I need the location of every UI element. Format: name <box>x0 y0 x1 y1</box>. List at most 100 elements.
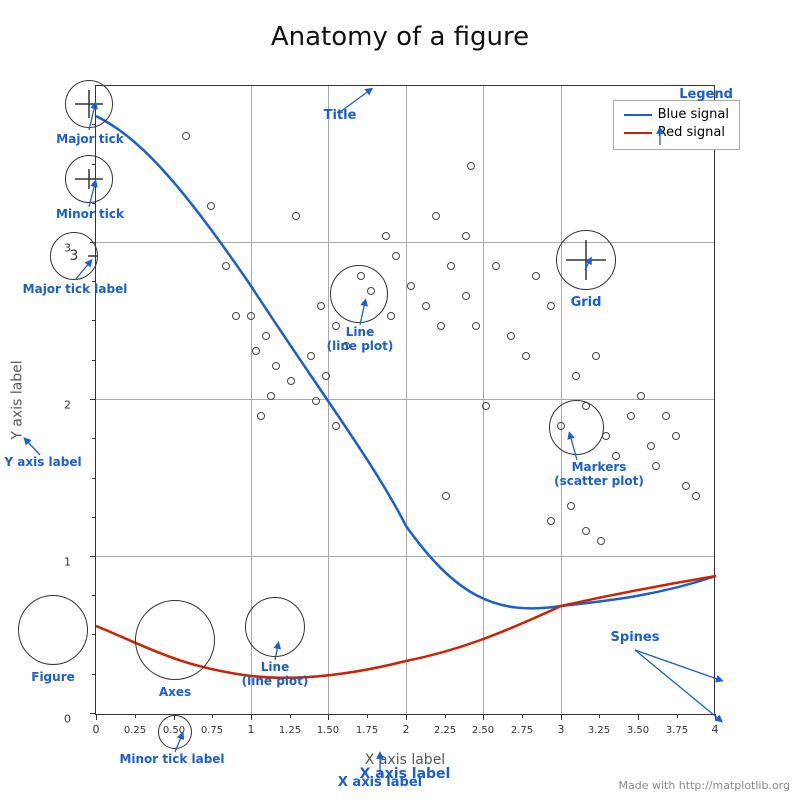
tick-label-x-325: 3.25 <box>588 725 610 736</box>
tick-label-x-125: 1.25 <box>279 725 301 736</box>
scatter-dot <box>637 392 645 400</box>
scatter-dot <box>267 392 275 400</box>
scatter-dot <box>492 262 500 270</box>
scatter-dot <box>422 302 430 310</box>
line-plot-label-2: Line(line plot) <box>235 660 315 688</box>
scatter-dot <box>592 352 600 360</box>
figure: Anatomy of a figure 0 0.25 0.50 0.75 1 1… <box>0 0 800 800</box>
scatter-dot <box>567 502 575 510</box>
scatter-dot <box>682 482 690 490</box>
tick-label-x-075: 0.75 <box>201 725 223 736</box>
scatter-dot <box>602 432 610 440</box>
title-annotation: Title <box>300 108 380 123</box>
scatter-dot <box>462 292 470 300</box>
axes-large-circle <box>135 600 215 680</box>
legend-line-red <box>624 132 652 134</box>
scatter-dot <box>612 452 620 460</box>
spines-label: Spines <box>595 630 675 645</box>
tick-label-y-2: 2 <box>64 399 71 412</box>
tick-label-x-0: 0 <box>93 723 100 736</box>
scatter-dot <box>672 432 680 440</box>
scatter-dot <box>557 422 565 430</box>
scatter-dot <box>292 212 300 220</box>
scatter-dot <box>357 272 365 280</box>
scatter-dot <box>312 397 320 405</box>
scatter-dot <box>262 332 270 340</box>
scatter-dot <box>272 362 280 370</box>
scatter-dot <box>597 537 605 545</box>
legend-box: Blue signal Red signal Legend <box>613 100 740 150</box>
scatter-dot <box>222 262 230 270</box>
tick-label-x-025: 0.25 <box>124 725 146 736</box>
scatter-dot <box>442 492 450 500</box>
tick-label-x-35: 3.50 <box>627 725 649 736</box>
legend-label-red: Red signal <box>658 125 725 140</box>
scatter-dot <box>447 262 455 270</box>
scatter-dot <box>287 377 295 385</box>
scatter-dot <box>322 372 330 380</box>
legend-item-red: Red signal <box>624 125 729 140</box>
figure-large-circle <box>18 595 88 665</box>
markers-label: Markers(scatter plot) <box>549 460 649 488</box>
tick-label-x-2: 2 <box>403 723 410 736</box>
tick-label-y-3: 3 <box>64 242 71 255</box>
scatter-dot <box>467 162 475 170</box>
scatter-dot <box>252 347 260 355</box>
tick-label-x-225: 2.25 <box>434 725 456 736</box>
scatter-dot <box>182 132 190 140</box>
scatter-dot <box>257 412 265 420</box>
scatter-dot <box>572 372 580 380</box>
tick-label-x-4: 4 <box>712 723 719 736</box>
minor-tick-label-annotation: Minor tick label <box>107 752 237 766</box>
legend-item-blue: Blue signal <box>624 107 729 122</box>
x-axis-label-bottom: X axis label <box>280 775 480 790</box>
tick-label-x-25: 2.50 <box>472 725 494 736</box>
major-tick-label-number: 3 <box>50 232 98 280</box>
major-tick-label: Major tick <box>55 132 125 146</box>
scatter-dot <box>482 402 490 410</box>
scatter-dot <box>692 492 700 500</box>
scatter-dot <box>652 462 660 470</box>
scatter-dot <box>392 252 400 260</box>
scatter-dot <box>232 312 240 320</box>
tick-label-x-175: 1.75 <box>356 725 378 736</box>
legend-title: Legend <box>679 87 733 102</box>
figure-label: Figure <box>18 670 88 684</box>
scatter-dot <box>307 352 315 360</box>
scatter-dot <box>317 302 325 310</box>
scatter-dot <box>662 412 670 420</box>
scatter-dot <box>407 282 415 290</box>
grid-label: Grid <box>556 295 616 310</box>
tick-label-y-1: 1 <box>64 556 71 569</box>
tick-label-x-15: 1.50 <box>317 725 339 736</box>
scatter-dot <box>387 312 395 320</box>
scatter-dot <box>647 442 655 450</box>
scatter-dot <box>462 232 470 240</box>
major-tick-label-circle <box>50 232 98 280</box>
scatter-dot <box>472 322 480 330</box>
scatter-dot <box>332 422 340 430</box>
scatter-dot <box>437 322 445 330</box>
tick-label-y-0: 0 <box>64 713 71 726</box>
tick-label-x-05: 0.50 <box>163 725 185 736</box>
tick-label-x-3: 3 <box>558 723 565 736</box>
line-plot-label: Line(line plot) <box>320 325 400 353</box>
scatter-dot <box>547 302 555 310</box>
tick-label-x-275: 2.75 <box>511 725 533 736</box>
scatter-dot <box>547 517 555 525</box>
scatter-dot <box>367 287 375 295</box>
legend-line-blue <box>624 114 652 116</box>
legend-label-blue: Blue signal <box>658 107 729 122</box>
axes-label: Axes <box>135 685 215 699</box>
major-tick-label-annotation: Major tick label <box>5 282 145 296</box>
scatter-dot <box>627 412 635 420</box>
scatter-dot <box>507 332 515 340</box>
scatter-dot <box>207 202 215 210</box>
made-with-label: Made with http://matplotlib.org <box>619 779 791 792</box>
minor-tick-label: Minor tick <box>55 207 125 221</box>
scatter-dot <box>247 312 255 320</box>
scatter-dot <box>582 527 590 535</box>
scatter-dot <box>522 352 530 360</box>
plot-title: Anatomy of a figure <box>0 22 800 52</box>
scatter-dot <box>432 212 440 220</box>
